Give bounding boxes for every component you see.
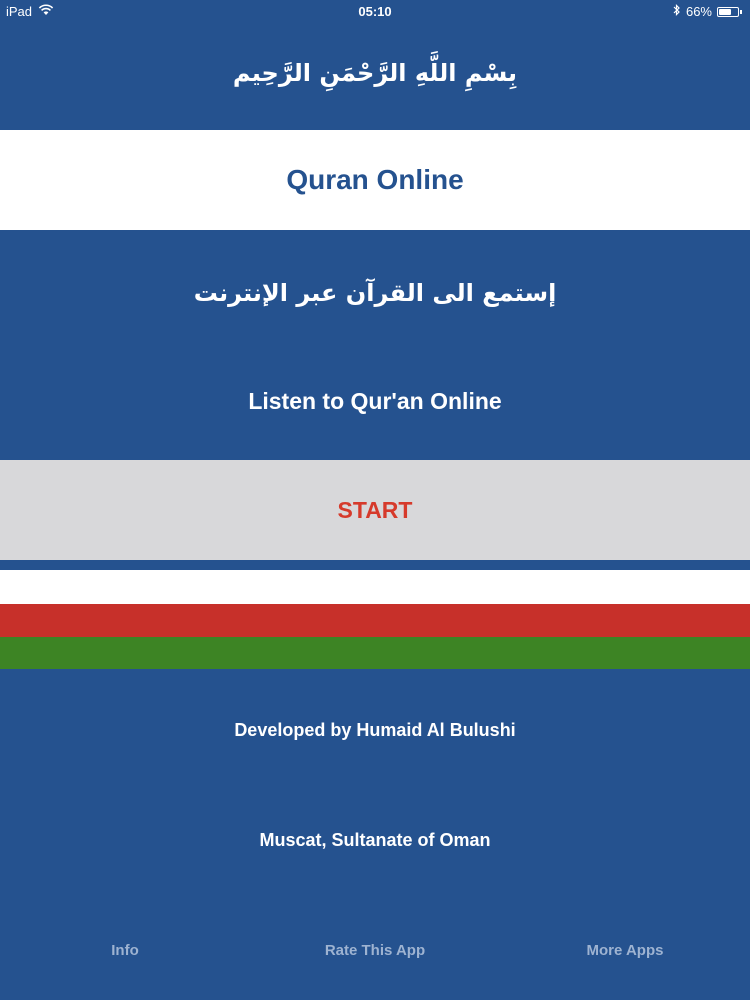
developer-credit: Developed by Humaid Al Bulushi [234,719,516,740]
status-time: 05:10 [358,4,392,19]
title-band: Quran Online [0,130,750,230]
bluetooth-icon [673,4,681,19]
english-subtitle: Listen to Qur'an Online [248,387,502,414]
flag-stripe-white [0,570,750,604]
status-right: 66% [673,4,742,19]
flag-stripe-red [0,604,750,637]
battery-level [719,8,731,15]
app-title: Quran Online [286,164,464,195]
battery-percent: 66% [685,4,712,19]
battery-icon [717,6,739,17]
status-bar: iPad 05:10 66% [0,0,750,24]
tab-rate-this-app[interactable]: Rate This App [250,930,500,970]
arabic-subtitle: إستمع الى القرآن عبر الإنترنت [193,279,557,307]
bottom-tab-bar: Info Rate This App More Apps [0,930,750,970]
tab-more-apps[interactable]: More Apps [500,930,750,970]
start-button-label: START [337,496,413,523]
flag-stripe-green [0,637,750,669]
start-button[interactable]: START [0,460,750,560]
battery-tip [740,9,742,14]
tab-info[interactable]: Info [0,930,250,970]
location-text: Muscat, Sultanate of Oman [259,829,491,850]
bismillah-text: بِسْمِ اللَّهِ الرَّحْمَنِ الرَّحِيم [232,58,518,87]
